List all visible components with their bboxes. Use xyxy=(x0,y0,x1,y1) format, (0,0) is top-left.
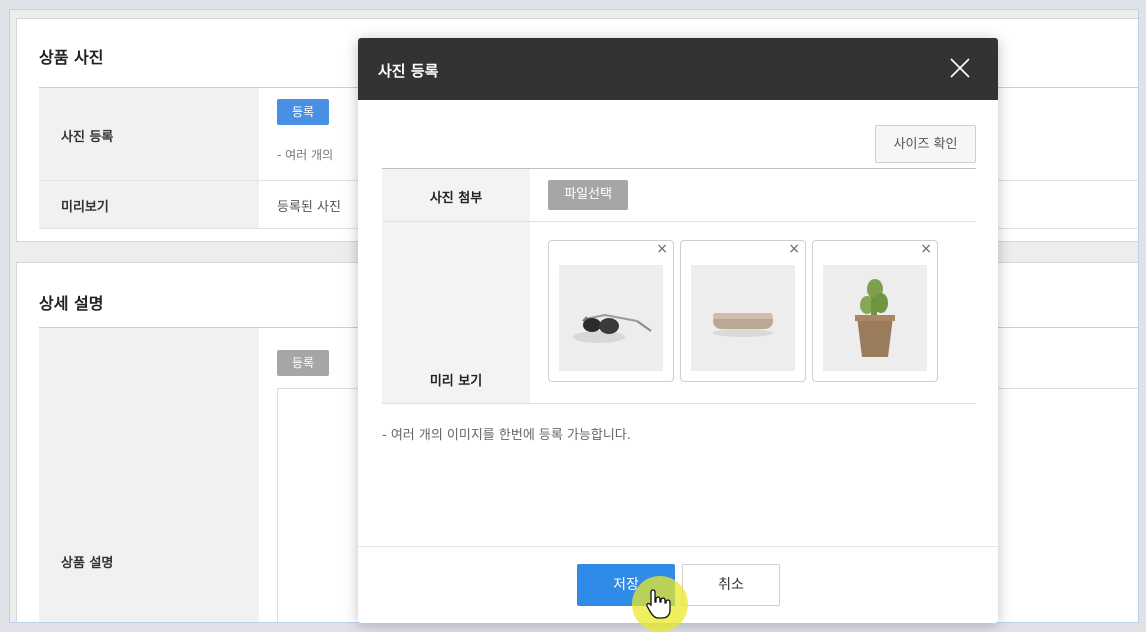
upload-hint: - 여러 개의 이미지를 한번에 등록 가능합니다. xyxy=(382,428,631,443)
row-label: 미리 보기 xyxy=(429,374,483,389)
attach-row: 사진 첨부 파일선택 xyxy=(382,169,976,222)
remove-icon[interactable]: × xyxy=(920,241,932,257)
row-header: 사진 첨부 xyxy=(382,169,530,221)
file-select-button[interactable]: 파일선택 xyxy=(548,180,628,210)
row-header: 상품 설명 xyxy=(39,328,259,622)
row-header: 미리 보기 xyxy=(382,222,530,403)
remove-icon[interactable]: × xyxy=(788,241,800,257)
section-title: 상품 사진 xyxy=(39,48,104,67)
cylinder-image xyxy=(691,265,795,371)
cancel-button[interactable]: 취소 xyxy=(682,564,780,606)
attach-table: 사진 첨부 파일선택 미리 보기 × × × xyxy=(382,168,976,404)
close-icon[interactable] xyxy=(948,56,972,80)
cactus-image xyxy=(823,265,927,371)
photo-register-modal: 사진 등록 사이즈 확인 사진 첨부 파일선택 미리 보기 × × × - 여러… xyxy=(358,38,998,623)
thumbnail-sunglasses: × xyxy=(548,240,674,382)
register-button[interactable]: 등록 xyxy=(277,99,329,125)
thumbnail-cylinder: × xyxy=(680,240,806,382)
row-label: 사진 첨부 xyxy=(429,191,483,206)
preview-row: 미리 보기 × × × xyxy=(382,222,976,404)
section-title: 상세 설명 xyxy=(39,294,104,313)
row-label: 미리보기 xyxy=(61,200,109,215)
preview-text: 등록된 사진 xyxy=(277,200,341,215)
size-check-button[interactable]: 사이즈 확인 xyxy=(875,125,976,163)
register-hint: - 여러 개의 xyxy=(277,148,334,162)
modal-header: 사진 등록 xyxy=(358,38,998,100)
remove-icon[interactable]: × xyxy=(656,241,668,257)
register-button[interactable]: 등록 xyxy=(277,350,329,376)
hand-cursor-icon xyxy=(645,588,671,620)
row-label: 상품 설명 xyxy=(61,556,114,571)
modal-title: 사진 등록 xyxy=(378,62,439,80)
row-header: 미리보기 xyxy=(39,181,259,228)
row-header: 사진 등록 xyxy=(39,88,259,180)
divider xyxy=(358,546,998,547)
thumbnail-cactus: × xyxy=(812,240,938,382)
row-label: 사진 등록 xyxy=(61,130,114,145)
sunglasses-image xyxy=(559,265,663,371)
